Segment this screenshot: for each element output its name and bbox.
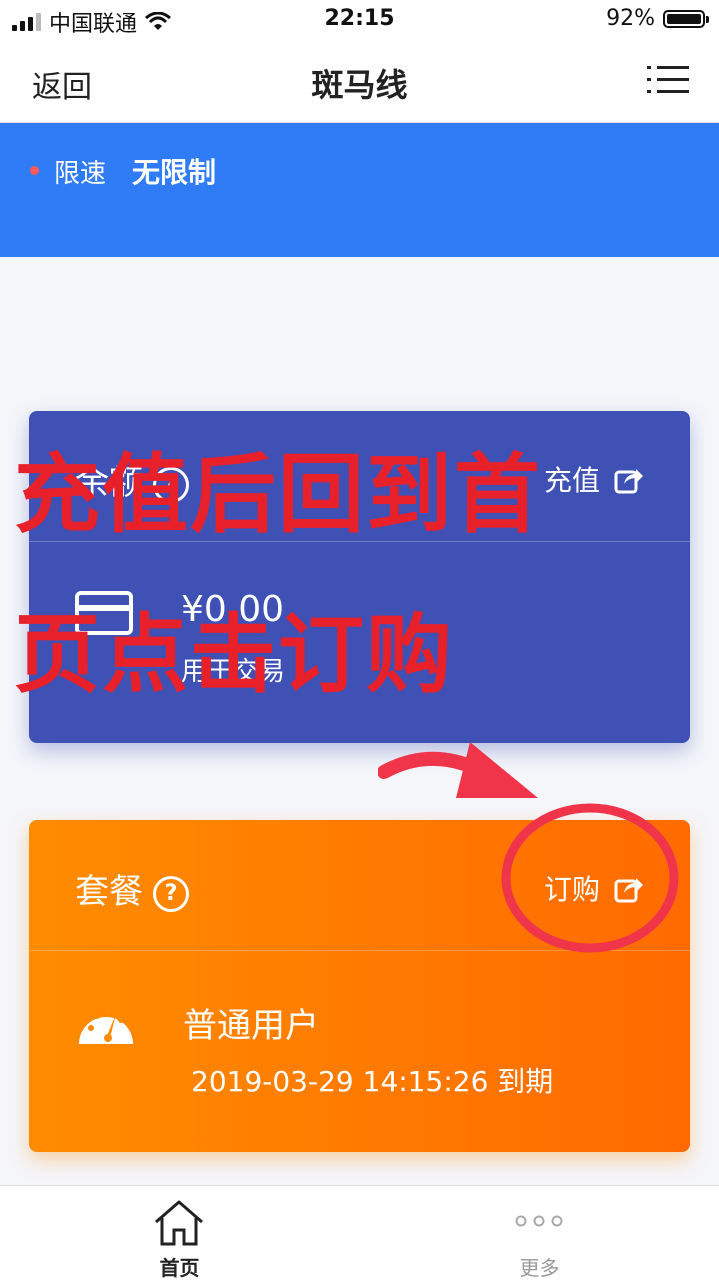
tab-bar: 首页 更多 [0,1185,719,1281]
annotation-circle-icon [501,803,679,953]
tab-more[interactable]: 更多 [360,1186,719,1281]
home-icon [155,1200,203,1246]
tab-home-label: 首页 [159,1256,200,1280]
speed-banner: 限速 无限制 [0,123,719,257]
plan-expiry: 2019-03-29 14:15:26 到期 [191,1065,554,1098]
status-right: 92% [606,6,709,31]
tab-more-label: 更多 [519,1256,560,1280]
help-icon[interactable]: ? [153,875,189,912]
speedometer-icon [79,1008,133,1044]
status-dot [30,166,39,175]
battery-percent: 92% [606,6,655,31]
tab-home[interactable]: 首页 [0,1186,359,1281]
speed-value: 无限制 [132,156,217,189]
plan-title: 套餐? [75,864,189,913]
annotation-line-1: 充值后回到首 [14,445,542,545]
annotation-line-2: 页点击订购 [14,605,454,705]
battery-icon [663,9,709,28]
speed-label: 限速 [54,159,107,189]
nav-bar: 返回 斑马线 [0,40,719,123]
status-bar: 中国联通 22:15 92% [0,0,719,40]
page-title: 斑马线 [311,66,408,104]
more-icon [515,1215,563,1227]
plan-type: 普通用户 [183,1006,319,1046]
menu-icon[interactable] [647,62,689,98]
